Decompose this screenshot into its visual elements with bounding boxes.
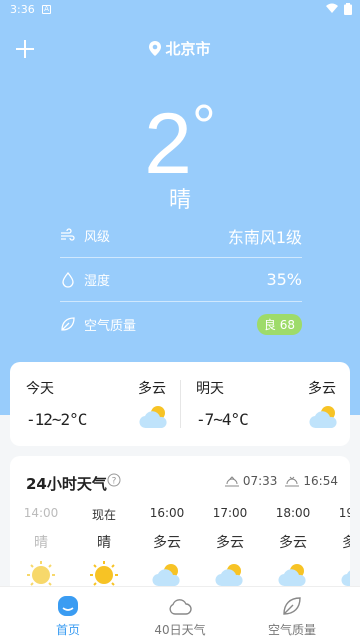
degree-symbol: ° — [191, 93, 216, 160]
location-pin-icon — [149, 41, 162, 56]
temp-value: 2 — [144, 96, 192, 192]
partly-cloudy-icon — [278, 564, 306, 587]
hour-item: 18:00 多云 — [262, 506, 324, 592]
wind-value: 东南风1级 — [227, 227, 302, 247]
sunrise-time: 07:33 — [242, 474, 278, 488]
forecast-range: -7~4°C — [196, 410, 249, 429]
nav-air-quality[interactable]: 空气质量 — [232, 587, 352, 640]
hour-condition: 晴 — [34, 535, 48, 551]
hour-item: 19:00 多云 — [325, 506, 350, 592]
humidity-label: 湿度 — [84, 274, 111, 289]
aqi-badge: 良 68 — [256, 313, 302, 335]
svg-text:?: ? — [112, 477, 117, 487]
wifi-icon — [326, 3, 338, 13]
leaf-icon — [61, 317, 75, 331]
partly-cloudy-icon — [139, 406, 167, 429]
hour-item: 17:00 多云 — [199, 506, 261, 592]
sun-times: 07:33 16:54 — [217, 474, 338, 488]
nav-40-day[interactable]: 40日天气 — [120, 587, 240, 640]
leaf-icon — [283, 597, 301, 615]
forecast-condition: 多云 — [308, 381, 336, 397]
help-icon[interactable]: ? — [107, 473, 121, 487]
battery-icon — [344, 3, 352, 15]
forecast-card[interactable]: 今天 多云 -12~2°C 明天 多云 -7~4°C — [10, 362, 350, 446]
forecast-today[interactable]: 今天 多云 -12~2°C — [10, 362, 180, 446]
hour-condition: 多云 — [216, 535, 244, 551]
sunset-time: 16:54 — [303, 474, 338, 488]
hourly-card: 24小时天气 ? 07:33 16:54 14:00 晴 现在 晴 16:00 … — [10, 456, 350, 596]
forecast-condition: 多云 — [138, 381, 166, 397]
cloud-icon — [169, 599, 192, 615]
hour-time: 16:00 — [149, 506, 185, 520]
status-time: 3:36 — [10, 3, 35, 16]
forecast-tomorrow[interactable]: 明天 多云 -7~4°C — [180, 362, 350, 446]
home-icon — [58, 596, 78, 616]
hour-time: 现在 — [91, 508, 116, 522]
sunset-icon — [285, 476, 300, 487]
partly-cloudy-icon — [341, 570, 350, 587]
hour-time: 17:00 — [212, 506, 248, 520]
humidity-value: 35% — [266, 270, 302, 289]
city-header[interactable]: 北京市 — [0, 38, 360, 59]
hour-item: 14:00 晴 — [10, 506, 72, 594]
forecast-range: -12~2°C — [26, 410, 87, 429]
hour-condition: 多云 — [153, 535, 181, 551]
hour-time: 18:00 — [275, 506, 311, 520]
status-bar: 3:36 A — [0, 0, 360, 20]
nav-home[interactable]: 首页 — [8, 587, 128, 640]
partly-cloudy-icon — [215, 564, 243, 587]
hour-time: 14:00 — [23, 506, 59, 520]
hour-item: 16:00 多云 — [136, 506, 198, 592]
hour-condition: 多云 — [279, 535, 307, 551]
nav-home-label: 首页 — [55, 623, 80, 637]
droplet-icon — [62, 271, 74, 288]
wind-row: 风级 东南风1级 — [60, 214, 302, 258]
nav-air-quality-label: 空气质量 — [267, 623, 316, 637]
air-quality-row[interactable]: 空气质量 良 68 — [60, 302, 302, 346]
forecast-day: 明天 — [196, 381, 224, 397]
current-condition: 晴 — [168, 188, 191, 213]
bottom-nav: 首页 40日天气 空气质量 — [0, 586, 360, 640]
wind-label: 风级 — [84, 230, 111, 245]
wind-icon — [61, 227, 75, 241]
hourly-title: 24小时天气 — [26, 475, 107, 493]
air-quality-label: 空气质量 — [84, 318, 137, 334]
hour-time: 19:00 — [338, 506, 350, 520]
nav-40-day-label: 40日天气 — [154, 623, 206, 637]
hour-condition: 晴 — [97, 535, 111, 551]
city-name: 北京市 — [165, 40, 211, 58]
notification-icon: A — [42, 5, 51, 14]
current-temperature: 2° — [0, 82, 360, 189]
partly-cloudy-icon — [309, 406, 337, 429]
hour-condition: 多云 — [342, 535, 350, 551]
forecast-day: 今天 — [26, 381, 54, 397]
hour-item: 现在 晴 — [73, 506, 135, 594]
humidity-row: 湿度 35% — [60, 258, 302, 302]
partly-cloudy-icon — [152, 564, 180, 587]
sunrise-icon — [224, 476, 239, 487]
